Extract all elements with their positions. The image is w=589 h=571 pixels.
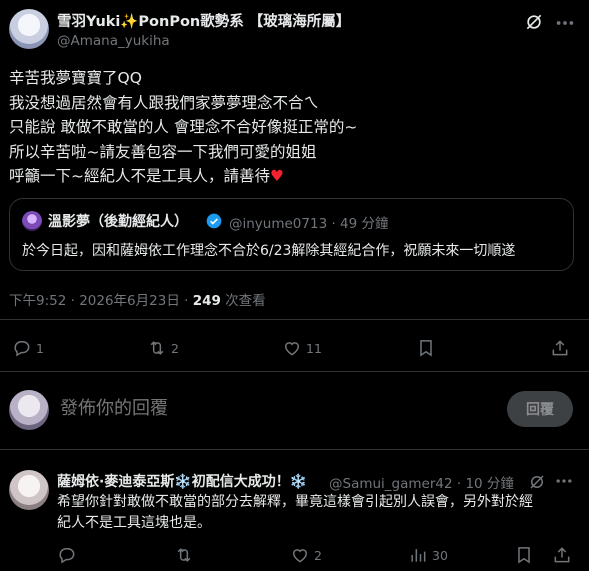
more-options-icon[interactable] [554,12,576,34]
views-count: 249 [192,293,221,309]
views-icon [411,549,426,562]
reply-action[interactable] [57,545,77,565]
views-count: 30 [432,547,448,563]
bookmark-icon [420,340,432,357]
reply-action[interactable]: 1 [12,338,44,358]
more-options-icon[interactable] [554,471,574,491]
grok-icon[interactable] [524,12,544,32]
quote-author-name: 溫影夢（後勤經紀人） [48,214,188,230]
divider [0,319,589,320]
tweet-timestamp[interactable]: 下午9:52 · 2026年6月23日 · [9,293,193,309]
share-icon [552,340,568,356]
retweet-action[interactable] [174,545,194,565]
tweet-line: 呼籲一下~經紀人不是工具人，請善待♥ [9,164,579,189]
divider [0,449,589,450]
quote-handle-time: @inyume0713 · 49 分鐘 [229,216,389,232]
reply-icon [14,341,30,357]
like-icon [284,342,300,356]
retweet-icon [177,548,191,562]
reply-line: 希望你針對敢做不敢當的部分去解釋，畢竟這樣會引起別人誤會，另外對於經 [57,494,533,510]
reply-line: 紀人不是工具這塊也是。 [57,515,211,531]
tweet-meta: 下午9:52 · 2026年6月23日 · 249 次查看 [9,289,266,309]
like-action[interactable]: 2 [290,545,322,565]
tweet-line: 我没想過居然會有人跟我們家夢夢理念不合ㄟ [9,93,320,112]
share-action[interactable] [552,545,572,565]
reply-author-name[interactable]: 薩姆依·麥迪泰亞斯❄️初配信大成功！❄️ [57,471,307,491]
tweet-text: 辛苦我夢寶寶了QQ 我没想過居然會有人跟我們家夢夢理念不合ㄟ 只能說 敢做不敢當… [9,66,579,189]
retweet-icon [150,341,164,355]
retweet-action[interactable]: 2 [147,338,179,358]
bookmark-action[interactable] [514,545,534,565]
like-count: 11 [306,340,322,356]
retweet-count: 2 [171,340,179,356]
divider [0,371,589,372]
grok-icon[interactable] [528,473,546,491]
share-icon [554,547,570,563]
author-avatar[interactable] [9,9,49,49]
quote-text: 於今日起，因和薩姆依工作理念不合於6/23解除其經紀合作，祝願未來一切順遂 [22,243,516,259]
tweet-line: 只能說 敢做不敢當的人 會理念不合好像挺正常的~ [9,118,358,136]
heart-emoji-icon: ♥ [270,167,284,185]
reply-handle-time[interactable]: @Samui_gamer42 · 10 分鐘 [329,472,514,492]
reply-input[interactable] [60,398,460,419]
reply-button[interactable]: 回覆 [507,391,573,427]
tweet-line: 辛苦我夢寶寶了QQ [9,69,142,87]
share-action[interactable] [550,338,570,358]
like-count: 2 [314,547,322,563]
views-action[interactable]: 30 [408,545,448,565]
reply-count: 1 [36,340,44,356]
current-user-avatar[interactable] [9,390,49,430]
bookmark-action[interactable] [416,338,436,358]
tweet-line: 所以辛苦啦~請友善包容一下我們可愛的姐姐 [9,142,317,161]
reply-text: 希望你針對敢做不敢當的部分去解釋，畢竟這樣會引起別人誤會，另外對於經 紀人不是工… [57,492,577,534]
quoted-tweet[interactable]: 溫影夢（後勤經紀人） @inyume0713 · 49 分鐘 於今日起，因和薩姆… [9,198,574,271]
reply-author-avatar[interactable] [9,470,49,510]
author-name[interactable]: 雪羽Yuki✨PonPon歌勢系 【玻璃海所屬】 [57,10,350,31]
quote-author-avatar [22,211,42,231]
like-icon [292,549,308,563]
views-label: 次查看 [220,293,266,309]
verified-badge-icon [206,213,222,229]
bookmark-icon [518,547,530,564]
reply-icon [59,548,75,564]
tweet-line-text: 呼籲一下~經紀人不是工具人，請善待 [9,167,270,185]
author-handle[interactable]: @Amana_yukiha [57,33,170,49]
like-action[interactable]: 11 [282,338,322,358]
